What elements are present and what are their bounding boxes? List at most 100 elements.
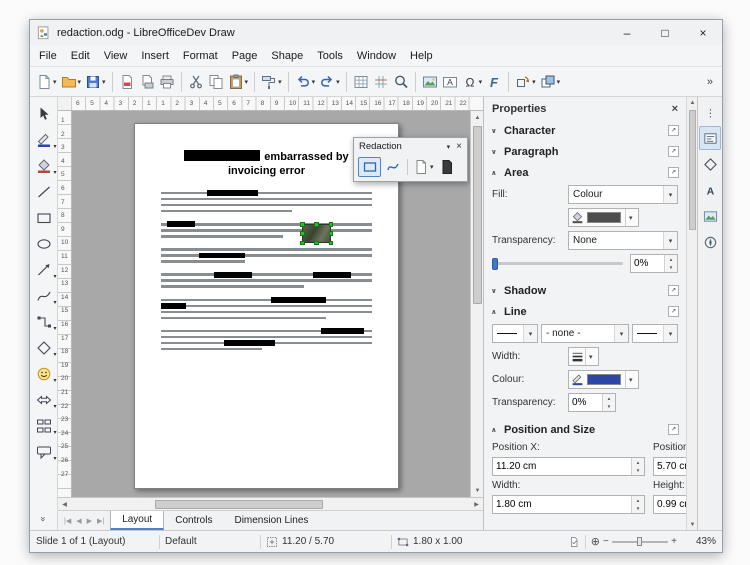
shapes-deck-button[interactable]	[699, 152, 721, 176]
tab-dimension-lines[interactable]: Dimension Lines	[223, 511, 319, 530]
sidebar-scroll-track[interactable]	[687, 108, 697, 519]
section-paragraph[interactable]: ∨ Paragraph ↗	[484, 141, 686, 162]
flowchart-button[interactable]: ▾	[31, 413, 57, 439]
copy-button[interactable]	[206, 70, 226, 94]
dropdown-arrow-icon[interactable]: ▾	[78, 78, 82, 86]
redo-button[interactable]: ▾	[317, 70, 342, 94]
dialog-launcher-icon[interactable]: ↗	[668, 146, 679, 157]
dropdown-arrow-icon[interactable]: ▾	[53, 403, 56, 410]
arrange-button[interactable]: ▾	[538, 70, 563, 94]
menu-shape[interactable]: Shape	[264, 48, 310, 64]
dropdown-arrow-icon[interactable]: ▾	[278, 78, 282, 86]
selection-handle[interactable]	[300, 231, 305, 236]
symbol-shapes-button[interactable]: ▾	[31, 361, 57, 387]
height-input[interactable]	[654, 499, 686, 510]
transparency-slider-track[interactable]	[492, 262, 623, 265]
redaction-bar[interactable]	[207, 190, 258, 196]
basic-shapes-button[interactable]: ▾	[31, 335, 57, 361]
redaction-bar[interactable]	[214, 272, 252, 278]
dropdown-arrow-icon[interactable]: ▾	[53, 325, 56, 332]
lines-and-arrows-button[interactable]: ▾	[31, 257, 57, 283]
dropdown-arrow-icon[interactable]: ▾	[430, 163, 434, 171]
insert-line-button[interactable]	[31, 179, 57, 205]
dialog-launcher-icon[interactable]: ↗	[668, 125, 679, 136]
spin-up-icon[interactable]: ▲	[603, 394, 615, 403]
selected-image[interactable]	[303, 225, 330, 242]
section-position-size[interactable]: ∧ Position and Size ↗	[484, 419, 686, 440]
dropdown-arrow-icon[interactable]: ▾	[53, 377, 56, 384]
toolbar-menu-arrow-icon[interactable]: ▾	[447, 143, 451, 151]
transformations-button[interactable]: ▾	[513, 70, 538, 94]
selection-handle[interactable]	[300, 241, 305, 246]
scroll-left-icon[interactable]: ◀	[58, 498, 71, 511]
export-pdf-button[interactable]	[117, 70, 137, 94]
menu-insert[interactable]: Insert	[134, 48, 176, 64]
transparency-slider-thumb[interactable]	[492, 258, 498, 270]
fill-color-picker[interactable]: ▾	[568, 208, 639, 227]
sidebar-scroll-thumb[interactable]	[689, 110, 696, 230]
fill-type-select[interactable]: Colour ▾	[568, 185, 678, 204]
document-modified-icon[interactable]	[568, 536, 580, 548]
save-button[interactable]: ▾	[83, 70, 108, 94]
drawing-toolbar-overflow-button[interactable]: »	[38, 516, 48, 521]
redaction-toolbar-close-button[interactable]: ×	[456, 141, 462, 152]
redacted-export-white-button[interactable]: ▾	[411, 157, 436, 177]
dialog-launcher-icon[interactable]: ↗	[668, 306, 679, 317]
fit-slide-icon[interactable]: ⊕	[591, 535, 600, 548]
snap-guides-button[interactable]	[371, 70, 391, 94]
section-line[interactable]: ∧ Line ↗	[484, 301, 686, 322]
rectangle-button[interactable]	[31, 205, 57, 231]
styles-deck-button[interactable]: A	[699, 178, 721, 202]
paste-button[interactable]: ▾	[226, 70, 251, 94]
chevron-down-icon[interactable]: ▾	[663, 186, 677, 203]
chevron-down-icon[interactable]: ▾	[625, 209, 636, 226]
undo-button[interactable]: ▾	[293, 70, 318, 94]
zoom-slider-thumb[interactable]	[637, 537, 642, 546]
fill-color-button[interactable]: ▾	[31, 153, 57, 179]
section-shadow[interactable]: ∨ Shadow ↗	[484, 280, 686, 301]
toolbar-overflow-button[interactable]: »	[707, 76, 718, 88]
spin-down-icon[interactable]: ▼	[665, 264, 677, 273]
dropdown-arrow-icon[interactable]: ▾	[557, 78, 561, 86]
horizontal-scrollbar[interactable]: ◀ ▶	[58, 497, 483, 510]
line-style-select[interactable]: - none - ▾	[541, 324, 629, 343]
title-redaction-box[interactable]	[184, 150, 260, 161]
transparency-slider[interactable]	[492, 262, 623, 265]
ellipse-button[interactable]	[31, 231, 57, 257]
zoom-slider[interactable]: − +	[600, 536, 680, 547]
arrow-start-select[interactable]: ▾	[492, 324, 538, 343]
zoom-slider-track[interactable]	[612, 541, 668, 543]
spin-down-icon[interactable]: ▼	[632, 505, 644, 514]
dropdown-arrow-icon[interactable]: ▾	[532, 78, 536, 86]
first-slide-button[interactable]: |◀	[64, 517, 71, 525]
dropdown-arrow-icon[interactable]: ▾	[53, 455, 56, 462]
vertical-scroll-track[interactable]	[471, 124, 483, 484]
dialog-launcher-icon[interactable]: ↗	[668, 167, 679, 178]
transparency-type-select[interactable]: None ▾	[568, 231, 678, 250]
clone-formatting-button[interactable]: ▾	[259, 70, 284, 94]
redaction-bar[interactable]	[224, 340, 275, 346]
dialog-launcher-icon[interactable]: ↗	[668, 285, 679, 296]
arrow-end-select[interactable]: ▾	[632, 324, 678, 343]
redaction-bar[interactable]	[199, 253, 245, 259]
spin-up-icon[interactable]: ▲	[665, 255, 677, 264]
spin-up-icon[interactable]: ▲	[632, 458, 644, 467]
insert-fontwork-button[interactable]: F	[484, 70, 504, 94]
selection-handle[interactable]	[329, 222, 334, 227]
dropdown-arrow-icon[interactable]: ▾	[53, 78, 57, 86]
zoom-button[interactable]	[391, 70, 411, 94]
cut-button[interactable]	[186, 70, 206, 94]
position-y-input[interactable]	[654, 461, 686, 472]
navigator-deck-button[interactable]	[699, 230, 721, 254]
tab-layout[interactable]: Layout	[110, 511, 164, 530]
menu-page[interactable]: Page	[225, 48, 265, 64]
horizontal-scroll-track[interactable]	[71, 498, 470, 510]
selection-handle[interactable]	[329, 241, 334, 246]
line-color-picker[interactable]: ▾	[568, 370, 639, 389]
redaction-bar[interactable]	[313, 272, 351, 278]
print-directly-button[interactable]	[137, 70, 157, 94]
sidebar-scrollbar[interactable]: ▲ ▼	[686, 97, 697, 530]
gallery-deck-button[interactable]	[699, 204, 721, 228]
maximize-button[interactable]: □	[646, 20, 684, 45]
tab-controls[interactable]: Controls	[164, 511, 223, 530]
